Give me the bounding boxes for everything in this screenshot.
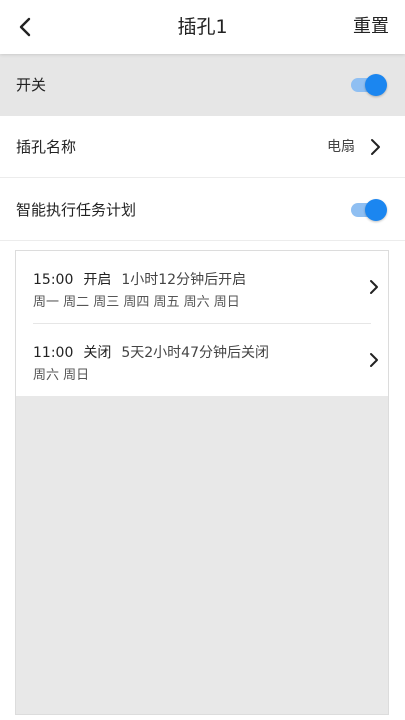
task-remaining: 5天2小时47分钟后关闭: [121, 345, 269, 361]
task-time: 15:00: [33, 272, 74, 288]
task-action: 开启: [83, 272, 112, 288]
task-days: 周一 周二 周三 周四 周五 周六 周日: [33, 295, 240, 310]
task-action: 关闭: [83, 345, 112, 361]
task-time: 11:00: [33, 345, 74, 361]
task-item[interactable]: 11:00 关闭 5天2小时47分钟后关闭 周六 周日: [16, 324, 388, 396]
socket-name-value: 电扇: [327, 139, 355, 155]
task-remaining: 1小时12分钟后开启: [121, 272, 247, 288]
power-row: 开关: [0, 54, 405, 116]
reset-button[interactable]: 重置: [353, 0, 389, 54]
chevron-right-icon: [370, 280, 378, 294]
task-item[interactable]: 15:00 开启 1小时12分钟后开启 周一 周二 周三 周四 周五 周六 周日: [16, 251, 388, 323]
chevron-left-icon: [19, 17, 31, 37]
smart-schedule-row: 智能执行任务计划: [0, 179, 405, 241]
task-summary: 11:00 关闭 5天2小时47分钟后关闭: [33, 342, 269, 362]
task-list: 15:00 开启 1小时12分钟后开启 周一 周二 周三 周四 周五 周六 周日 1…: [16, 251, 388, 396]
task-panel: 15:00 开启 1小时12分钟后开启 周一 周二 周三 周四 周五 周六 周日 1…: [15, 250, 389, 715]
smart-schedule-toggle[interactable]: [351, 199, 387, 221]
power-toggle[interactable]: [351, 74, 387, 96]
task-days: 周六 周日: [33, 368, 90, 383]
app-header: 插孔1 重置: [0, 0, 405, 54]
chevron-right-icon: [370, 353, 378, 367]
socket-name-label: 插孔名称: [16, 138, 77, 156]
power-label: 开关: [16, 76, 47, 94]
smart-schedule-label: 智能执行任务计划: [16, 201, 137, 219]
back-button[interactable]: [10, 12, 40, 42]
page-title: 插孔1: [177, 16, 228, 38]
socket-name-row[interactable]: 插孔名称 电扇: [0, 116, 405, 178]
chevron-right-icon: [371, 139, 380, 155]
task-summary: 15:00 开启 1小时12分钟后开启: [33, 269, 246, 289]
smart-schedule-toggle-knob: [365, 199, 387, 221]
power-toggle-knob: [365, 74, 387, 96]
